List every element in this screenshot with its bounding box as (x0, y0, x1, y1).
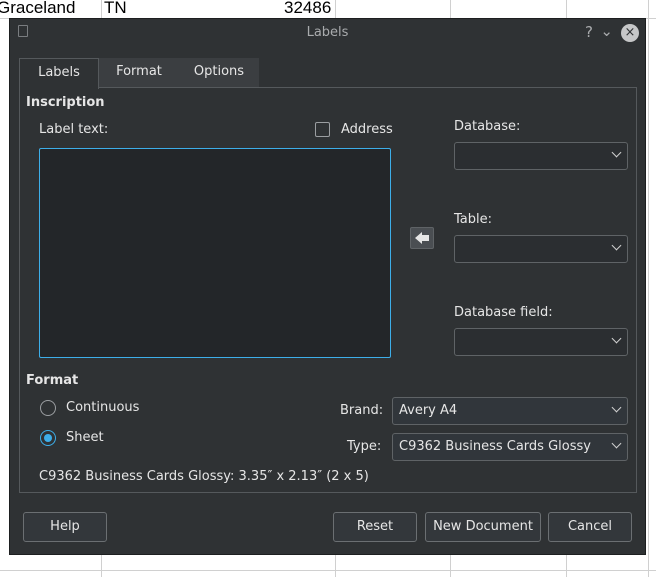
sheet-label[interactable]: Sheet (66, 430, 104, 445)
tab-options[interactable]: Options (179, 58, 259, 88)
cell-city[interactable]: Graceland (0, 0, 75, 18)
chevron-down-icon (611, 240, 622, 251)
table-label: Table: (454, 212, 492, 227)
title-bar: Labels ? ⌄ × (10, 19, 645, 47)
close-icon[interactable]: × (621, 24, 639, 42)
format-summary: C9362 Business Cards Glossy: 3.35″ x 2.1… (39, 469, 369, 484)
sheet-radio[interactable] (40, 430, 56, 446)
continuous-radio[interactable] (40, 400, 56, 416)
label-text-label: Label text: (39, 122, 109, 137)
database-select[interactable] (454, 142, 628, 170)
reset-button[interactable]: Reset (333, 512, 417, 542)
database-field-label: Database field: (454, 305, 553, 320)
brand-label: Brand: (340, 403, 384, 418)
address-checkbox[interactable] (315, 122, 330, 137)
help-button[interactable]: Help (23, 512, 107, 542)
label-text-area[interactable] (39, 148, 391, 358)
type-label: Type: (347, 439, 382, 454)
brand-select[interactable]: Avery A4 (392, 397, 628, 425)
cell-zip[interactable]: 32486 (284, 0, 331, 18)
tab-labels[interactable]: Labels (19, 58, 99, 89)
help-icon[interactable]: ? (585, 23, 593, 41)
grid-line (0, 570, 656, 571)
format-heading: Format (26, 373, 79, 388)
brand-select-value: Avery A4 (399, 403, 458, 418)
chevron-down-icon (611, 402, 622, 413)
grid-line (648, 0, 649, 577)
new-document-button[interactable]: New Document (425, 512, 541, 542)
table-select[interactable] (454, 235, 628, 263)
address-label[interactable]: Address (341, 122, 393, 137)
labels-dialog: Labels ? ⌄ × Labels Format Options Inscr… (9, 18, 646, 555)
chevron-down-icon (611, 438, 622, 449)
type-select-value: C9362 Business Cards Glossy (399, 439, 591, 454)
continuous-label[interactable]: Continuous (66, 400, 139, 415)
inscription-heading: Inscription (26, 95, 105, 110)
type-select[interactable]: C9362 Business Cards Glossy (392, 433, 628, 461)
cell-state[interactable]: TN (104, 0, 127, 18)
tab-format[interactable]: Format (99, 58, 179, 88)
database-label: Database: (454, 119, 521, 134)
chevron-down-icon (611, 147, 622, 158)
insert-field-button[interactable] (410, 227, 434, 249)
cancel-button[interactable]: Cancel (548, 512, 632, 542)
arrow-left-icon (415, 232, 429, 244)
chevron-down-icon[interactable]: ⌄ (600, 22, 613, 40)
chevron-down-icon (611, 333, 622, 344)
dialog-title: Labels (306, 25, 349, 40)
database-field-select[interactable] (454, 328, 628, 356)
